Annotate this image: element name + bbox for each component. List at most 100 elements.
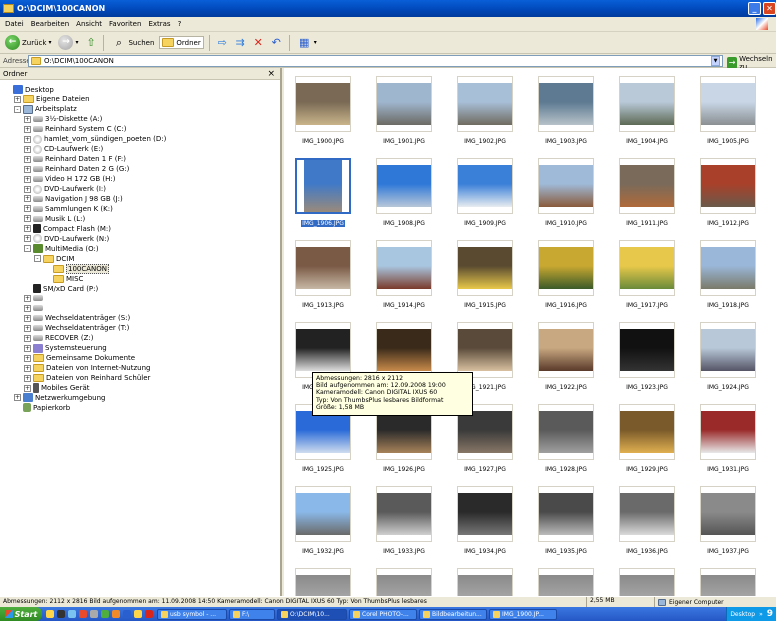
file-thumbnail-item[interactable]: IMG_1900.JPG bbox=[290, 76, 356, 154]
expand-icon[interactable]: + bbox=[14, 95, 21, 103]
file-thumbnail-item[interactable]: IMG_1937.JPG bbox=[695, 486, 761, 564]
taskbar-button[interactable]: F:\ bbox=[229, 608, 275, 620]
quicklaunch-icon[interactable] bbox=[68, 610, 76, 618]
file-thumbnail-item[interactable]: IMG_1922.JPG bbox=[533, 322, 599, 400]
folders-button[interactable]: Ordner bbox=[159, 36, 204, 49]
file-thumbnail-item[interactable]: IMG_1908.JPG bbox=[371, 158, 437, 236]
file-thumbnail-item[interactable]: IMG_1928.JPG bbox=[533, 404, 599, 482]
file-thumbnail-item[interactable] bbox=[695, 568, 761, 596]
file-thumbnail-item[interactable]: IMG_1929.JPG bbox=[614, 404, 680, 482]
collapse-icon[interactable]: - bbox=[34, 255, 41, 263]
delete-icon[interactable]: ✕ bbox=[251, 35, 266, 50]
quicklaunch-icon[interactable] bbox=[46, 610, 54, 618]
expand-icon[interactable]: + bbox=[24, 374, 31, 382]
menu-ansicht[interactable]: Ansicht bbox=[76, 20, 102, 28]
title-bar[interactable]: O:\DCIM\100CANON _ ✕ bbox=[0, 0, 776, 17]
menu-favoriten[interactable]: Favoriten bbox=[109, 20, 141, 28]
quicklaunch-icon[interactable] bbox=[79, 610, 87, 618]
expand-icon[interactable]: + bbox=[24, 205, 31, 213]
file-thumbnail-item[interactable]: IMG_1936.JPG bbox=[614, 486, 680, 564]
file-thumbnail-item[interactable]: IMG_1924.JPG bbox=[695, 322, 761, 400]
taskbar-button[interactable]: IMG_1900.JP... bbox=[489, 608, 557, 620]
forward-button[interactable]: → ▾ bbox=[56, 34, 80, 51]
file-thumbnail-item[interactable]: IMG_1906.JPG bbox=[290, 158, 356, 236]
file-thumbnail-item[interactable]: IMG_1934.JPG bbox=[452, 486, 518, 564]
expand-icon[interactable]: + bbox=[24, 155, 31, 163]
file-thumbnail-item[interactable] bbox=[290, 568, 356, 596]
expand-icon[interactable]: + bbox=[24, 145, 31, 153]
quicklaunch-icon[interactable] bbox=[90, 610, 98, 618]
expand-icon[interactable]: + bbox=[24, 165, 31, 173]
menu-datei[interactable]: Datei bbox=[5, 20, 24, 28]
quicklaunch-icon[interactable] bbox=[112, 610, 120, 618]
expand-icon[interactable]: + bbox=[24, 125, 31, 133]
expand-icon[interactable]: + bbox=[24, 304, 31, 312]
expand-icon[interactable]: + bbox=[24, 175, 31, 183]
expand-icon[interactable]: + bbox=[14, 394, 21, 402]
file-thumbnail-item[interactable]: IMG_1931.JPG bbox=[695, 404, 761, 482]
file-thumbnail-item[interactable]: IMG_1915.JPG bbox=[452, 240, 518, 318]
file-thumbnail-item[interactable]: IMG_1932.JPG bbox=[290, 486, 356, 564]
file-thumbnail-item[interactable]: IMG_1923.JPG bbox=[614, 322, 680, 400]
file-thumbnail-item[interactable]: IMG_1913.JPG bbox=[290, 240, 356, 318]
desktop-toolbar-label[interactable]: Desktop bbox=[730, 611, 755, 618]
expand-icon[interactable]: + bbox=[24, 235, 31, 243]
expand-icon[interactable]: + bbox=[24, 135, 31, 143]
file-thumbnail-item[interactable]: IMG_1935.JPG bbox=[533, 486, 599, 564]
expand-icon[interactable]: + bbox=[24, 115, 31, 123]
taskbar-button[interactable]: Bildbearbeitun... bbox=[419, 608, 487, 620]
chevron-double-icon[interactable]: » bbox=[759, 611, 763, 618]
start-button[interactable]: Start bbox=[0, 607, 42, 621]
file-thumbnail-item[interactable]: IMG_1933.JPG bbox=[371, 486, 437, 564]
expand-icon[interactable]: + bbox=[24, 324, 31, 332]
chevron-down-icon[interactable]: ▼ bbox=[711, 56, 720, 66]
taskbar-button[interactable]: O:\DCIM\10... bbox=[277, 608, 347, 620]
up-folder-icon[interactable]: ⇧ bbox=[83, 35, 98, 50]
taskbar-button[interactable]: Corel PHOTO-... bbox=[349, 608, 417, 620]
tree-item[interactable]: Papierkorb bbox=[14, 402, 70, 413]
expand-icon[interactable]: + bbox=[24, 344, 31, 352]
file-thumbnail-item[interactable]: IMG_1905.JPG bbox=[695, 76, 761, 154]
expand-icon[interactable]: + bbox=[24, 364, 31, 372]
quicklaunch-icon[interactable] bbox=[145, 610, 153, 618]
file-thumbnail-item[interactable]: IMG_1918.JPG bbox=[695, 240, 761, 318]
expand-icon[interactable]: + bbox=[24, 354, 31, 362]
file-thumbnail-item[interactable] bbox=[452, 568, 518, 596]
menu-extras[interactable]: Extras bbox=[148, 20, 170, 28]
file-thumbnail-item[interactable]: IMG_1909.JPG bbox=[452, 158, 518, 236]
file-thumbnail-item[interactable]: IMG_1901.JPG bbox=[371, 76, 437, 154]
quicklaunch-icon[interactable] bbox=[57, 610, 65, 618]
search-button[interactable]: ⌕ Suchen bbox=[109, 34, 156, 51]
file-thumbnail-item[interactable]: IMG_1916.JPG bbox=[533, 240, 599, 318]
quicklaunch-icon[interactable] bbox=[134, 610, 142, 618]
quicklaunch-icon[interactable] bbox=[101, 610, 109, 618]
file-thumbnail-item[interactable]: IMG_1902.JPG bbox=[452, 76, 518, 154]
file-thumbnail-item[interactable]: IMG_1917.JPG bbox=[614, 240, 680, 318]
minimize-button[interactable]: _ bbox=[748, 2, 761, 15]
collapse-icon[interactable]: - bbox=[24, 245, 31, 253]
file-thumbnail-item[interactable]: IMG_1911.JPG bbox=[614, 158, 680, 236]
file-thumbnail-item[interactable]: IMG_1912.JPG bbox=[695, 158, 761, 236]
expand-icon[interactable]: + bbox=[24, 185, 31, 193]
undo-icon[interactable]: ↶ bbox=[269, 35, 284, 50]
expand-icon[interactable]: + bbox=[24, 195, 31, 203]
file-thumbnail-item[interactable]: IMG_1910.JPG bbox=[533, 158, 599, 236]
expand-icon[interactable]: + bbox=[24, 294, 31, 302]
expand-icon[interactable]: + bbox=[24, 314, 31, 322]
expand-icon[interactable]: + bbox=[24, 225, 31, 233]
expand-icon[interactable]: + bbox=[24, 215, 31, 223]
file-thumbnail-item[interactable]: IMG_1904.JPG bbox=[614, 76, 680, 154]
file-thumbnail-item[interactable] bbox=[371, 568, 437, 596]
expand-icon[interactable]: + bbox=[24, 334, 31, 342]
quicklaunch-icon[interactable] bbox=[123, 610, 131, 618]
file-thumbnail-item[interactable] bbox=[533, 568, 599, 596]
back-button[interactable]: ← Zurück ▾ bbox=[3, 34, 53, 51]
views-button[interactable]: ▦ ▾ bbox=[295, 34, 319, 51]
expand-icon[interactable]: + bbox=[24, 384, 31, 392]
collapse-icon[interactable]: - bbox=[14, 105, 21, 113]
address-field[interactable]: O:\DCIM\100CANON ▼ bbox=[28, 55, 723, 67]
close-pane-button[interactable]: × bbox=[267, 69, 275, 79]
file-thumbnail-item[interactable]: IMG_1903.JPG bbox=[533, 76, 599, 154]
file-thumbnail-item[interactable]: IMG_1914.JPG bbox=[371, 240, 437, 318]
move-to-icon[interactable]: ⇨ bbox=[215, 35, 230, 50]
